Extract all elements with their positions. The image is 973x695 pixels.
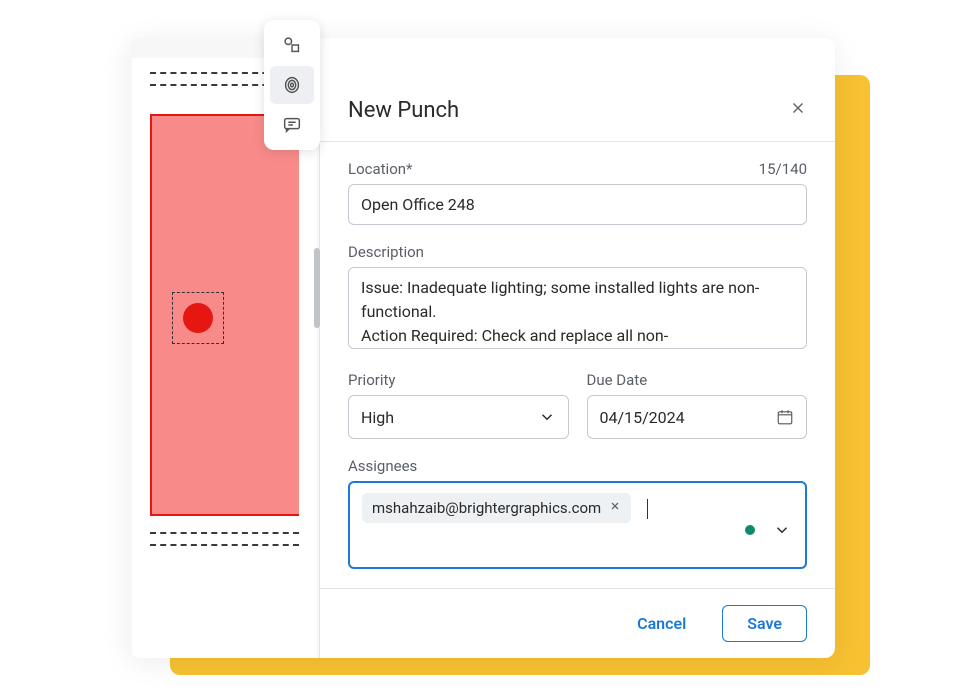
remove-chip-button[interactable] [609,500,621,516]
drawing-line [150,532,299,534]
assignees-field: Assignees mshahzaib@brightergraphics.com [348,457,807,569]
form-body: Location* 15/140 Description Priority [320,142,835,588]
save-button[interactable]: Save [722,605,807,642]
priority-value: High [361,408,394,427]
due-date-input[interactable]: 04/15/2024 [587,395,808,439]
shapes-icon [281,34,303,56]
punch-dot-icon [183,303,213,333]
assignees-input[interactable]: mshahzaib@brightergraphics.com [348,481,807,569]
assignee-chip-label: mshahzaib@brightergraphics.com [372,499,601,517]
punch-marker[interactable] [172,292,224,344]
drawing-line [150,544,299,546]
app-window: New Punch Location* 15/140 Description [130,38,835,658]
form-pane: New Punch Location* 15/140 Description [320,38,835,658]
comment-tool-button[interactable] [270,106,314,144]
fingerprint-icon [281,74,303,96]
form-footer: Cancel Save [320,588,835,658]
description-input[interactable] [348,267,807,349]
due-date-field: Due Date 04/15/2024 [587,371,808,439]
location-field: Location* 15/140 [348,160,807,225]
floating-toolbar [264,20,320,150]
due-date-value: 04/15/2024 [600,408,685,427]
due-date-label: Due Date [587,371,648,389]
assignees-dropdown-toggle[interactable] [773,521,791,543]
calendar-icon [776,408,794,426]
chevron-down-icon [538,408,556,426]
priority-select[interactable]: High [348,395,569,439]
description-label: Description [348,243,424,261]
location-label: Location* [348,160,413,178]
comment-icon [281,114,303,136]
description-field: Description [348,243,807,353]
cancel-button[interactable]: Cancel [621,606,702,641]
shape-tool-button[interactable] [270,26,314,64]
text-cursor [647,499,648,519]
form-header: New Punch [320,38,835,142]
assignees-label: Assignees [348,457,417,475]
priority-field: Priority High [348,371,569,439]
priority-label: Priority [348,371,395,389]
form-title: New Punch [348,98,459,123]
location-input[interactable] [348,184,807,225]
close-button[interactable] [789,99,807,122]
location-char-count: 15/140 [759,160,807,178]
chevron-down-icon [773,521,791,539]
assignee-chip: mshahzaib@brightergraphics.com [362,493,631,523]
stamp-tool-button[interactable] [270,66,314,104]
